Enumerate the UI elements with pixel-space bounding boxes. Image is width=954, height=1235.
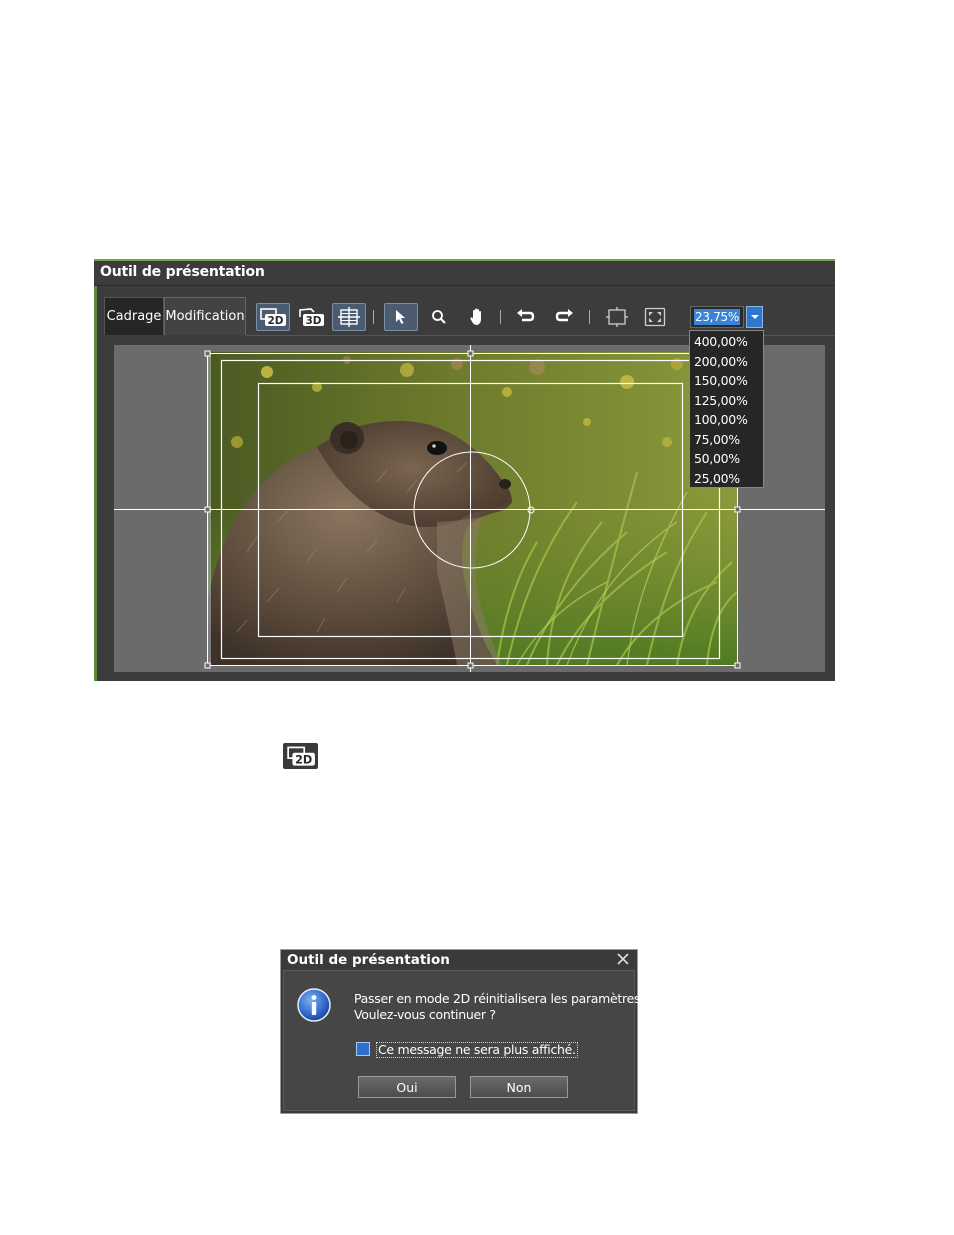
redo-button[interactable]	[547, 303, 581, 331]
pan-tool-button[interactable]	[460, 303, 494, 331]
select-tool-button[interactable]	[384, 303, 418, 331]
dialog-close-button[interactable]	[615, 951, 631, 967]
zoom-tool-button[interactable]	[422, 303, 456, 331]
grid-mode-button[interactable]	[332, 303, 366, 331]
zoom-dropdown-list: 400,00% 200,00% 150,00% 125,00% 100,00% …	[689, 330, 764, 488]
mode-2d-button-reference: 2D	[283, 743, 318, 769]
undo-icon	[517, 309, 535, 322]
close-icon	[617, 953, 629, 965]
grid-mode-icon	[338, 307, 360, 327]
panel-title: Outil de présentation	[100, 264, 265, 280]
toolbar-separator	[373, 310, 374, 324]
toolbar-separator	[589, 310, 590, 324]
2d-mode-icon: 2D	[286, 746, 315, 767]
title-separator	[94, 285, 835, 286]
zoom-option[interactable]: 150,00%	[690, 371, 763, 391]
layout-tool-panel: Outil de présentation Cadrage Modificati…	[94, 259, 835, 681]
zoom-option[interactable]: 400,00%	[690, 332, 763, 352]
dialog-message-line1: Passer en mode 2D réinitialisera les par…	[354, 991, 665, 1006]
toolbar-separator	[500, 310, 501, 324]
dialog-message-line2: Voulez-vous continuer ?	[354, 1007, 496, 1022]
info-icon	[297, 988, 331, 1022]
zoom-combobox[interactable]: 23,75%	[690, 306, 744, 328]
panel-edge-strip	[94, 286, 97, 681]
fit-frame-button[interactable]	[600, 303, 634, 331]
undo-button[interactable]	[509, 303, 543, 331]
dialog-title: Outil de présentation	[287, 952, 450, 968]
zoom-option[interactable]: 125,00%	[690, 391, 763, 411]
svg-text:2D: 2D	[295, 754, 312, 767]
zoom-option[interactable]: 200,00%	[690, 352, 763, 372]
fit-window-icon	[644, 307, 666, 327]
zoom-magnifier-icon	[432, 310, 446, 324]
fit-frame-icon	[606, 307, 628, 327]
svg-text:3D: 3D	[305, 315, 321, 327]
pan-hand-icon	[470, 308, 481, 325]
zoom-dropdown-button[interactable]	[746, 306, 763, 328]
tab-modification[interactable]: Modification	[164, 297, 246, 335]
zoom-value: 23,75%	[694, 309, 740, 325]
fit-window-button[interactable]	[638, 303, 672, 331]
mode-2d-button[interactable]: 2D	[256, 303, 290, 331]
3d-mode-icon: 3D	[299, 308, 324, 327]
redo-icon	[555, 309, 573, 322]
yes-button[interactable]: Oui	[358, 1076, 456, 1098]
svg-text:2D: 2D	[267, 315, 283, 327]
no-button[interactable]: Non	[470, 1076, 568, 1098]
dont-show-again-label[interactable]: Ce message ne sera plus affiché.	[376, 1042, 578, 1058]
zoom-option[interactable]: 25,00%	[690, 469, 763, 489]
2d-mode-icon: 2D	[260, 308, 286, 327]
tab-cadrage[interactable]: Cadrage	[104, 297, 164, 335]
zoom-option[interactable]: 100,00%	[690, 410, 763, 430]
zoom-option[interactable]: 75,00%	[690, 430, 763, 450]
dont-show-again-checkbox[interactable]	[356, 1042, 370, 1056]
dialog-body: Passer en mode 2D réinitialisera les par…	[283, 970, 665, 1111]
zoom-option[interactable]: 50,00%	[690, 449, 763, 469]
mode-3d-button[interactable]: 3D	[294, 303, 328, 331]
confirm-dialog: Outil de présentation Passer en mode 2D …	[280, 949, 665, 1114]
chevron-down-icon	[750, 315, 759, 319]
select-arrow-icon	[396, 310, 405, 324]
